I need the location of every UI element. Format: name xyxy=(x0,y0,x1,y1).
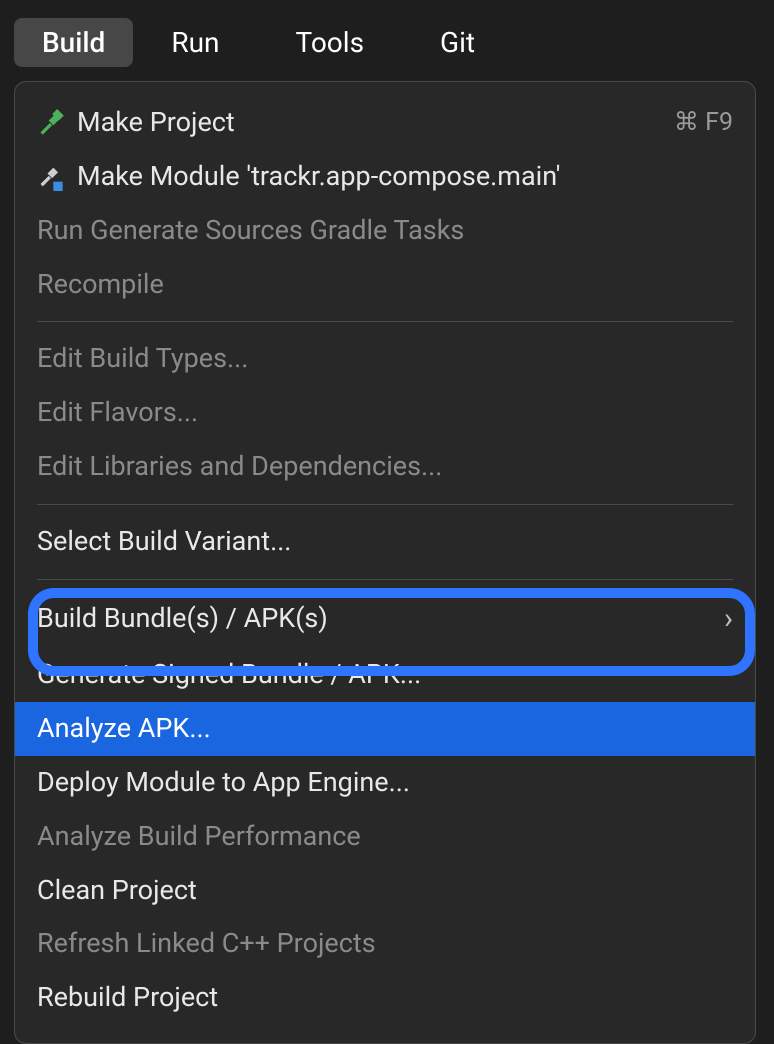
menu-item-label: Generate Signed Bundle / APK... xyxy=(37,654,733,696)
menu-edit-flavors: Edit Flavors... xyxy=(15,386,755,440)
menu-git[interactable]: Git xyxy=(412,18,503,67)
menu-item-label: Deploy Module to App Engine... xyxy=(37,762,733,804)
menu-item-label: Run Generate Sources Gradle Tasks xyxy=(37,210,733,252)
menu-clean-project[interactable]: Clean Project xyxy=(15,864,755,918)
menu-tools[interactable]: Tools xyxy=(267,18,392,67)
menu-analyze-build: Analyze Build Performance xyxy=(15,810,755,864)
menu-item-label: Rebuild Project xyxy=(37,977,733,1019)
menu-item-label: Select Build Variant... xyxy=(37,521,733,563)
menu-separator xyxy=(37,504,733,505)
menu-analyze-apk[interactable]: Analyze APK... xyxy=(15,702,755,756)
menu-item-label: Recompile xyxy=(37,264,733,306)
menu-run[interactable]: Run xyxy=(143,18,247,67)
menu-separator xyxy=(37,321,733,322)
menu-item-shortcut: ⌘ F9 xyxy=(674,104,733,143)
menu-edit-libs: Edit Libraries and Dependencies... xyxy=(15,440,755,494)
menu-item-label: Make Project xyxy=(77,102,674,144)
menu-item-label: Clean Project xyxy=(37,870,733,912)
menu-make-project[interactable]: Make Project ⌘ F9 xyxy=(15,96,755,150)
menu-recompile: Recompile xyxy=(15,258,755,312)
menu-build[interactable]: Build xyxy=(14,18,133,67)
menu-select-variant[interactable]: Select Build Variant... xyxy=(15,515,755,569)
menu-build-bundles[interactable]: Build Bundle(s) / APK(s) › xyxy=(15,590,755,649)
hammer-icon xyxy=(37,109,77,137)
menu-edit-build-types: Edit Build Types... xyxy=(15,332,755,386)
menu-item-label: Build Bundle(s) / APK(s) xyxy=(37,598,724,640)
hammer-module-icon xyxy=(37,163,77,191)
menu-item-label: Edit Libraries and Dependencies... xyxy=(37,446,733,488)
menu-run-generate: Run Generate Sources Gradle Tasks xyxy=(15,204,755,258)
build-menu-dropdown: Make Project ⌘ F9 Make Module 'trackr.ap… xyxy=(14,81,756,1044)
menu-separator xyxy=(37,579,733,580)
menu-item-label: Edit Flavors... xyxy=(37,392,733,434)
menu-make-module[interactable]: Make Module 'trackr.app-compose.main' xyxy=(15,150,755,204)
menu-deploy-module[interactable]: Deploy Module to App Engine... xyxy=(15,756,755,810)
menu-item-label: Edit Build Types... xyxy=(37,338,733,380)
menu-item-label: Analyze APK... xyxy=(37,708,733,750)
menubar: Build Run Tools Git xyxy=(0,0,774,81)
menu-item-label: Refresh Linked C++ Projects xyxy=(37,923,733,965)
menu-refresh-cpp: Refresh Linked C++ Projects xyxy=(15,917,755,971)
menu-rebuild-project[interactable]: Rebuild Project xyxy=(15,971,755,1025)
menu-item-label: Analyze Build Performance xyxy=(37,816,733,858)
chevron-right-icon: › xyxy=(724,596,733,643)
menu-item-label: Make Module 'trackr.app-compose.main' xyxy=(77,156,733,198)
menu-generate-signed[interactable]: Generate Signed Bundle / APK... xyxy=(15,648,755,702)
